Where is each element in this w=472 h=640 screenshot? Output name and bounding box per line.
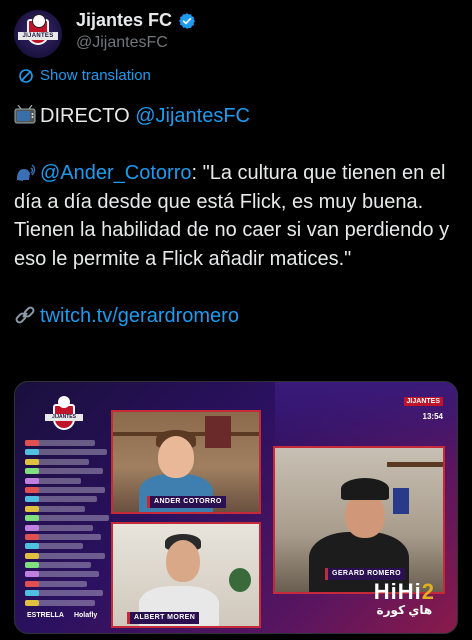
chat-nick: [25, 505, 39, 512]
ball-shape: [32, 14, 46, 28]
chat-line: [25, 458, 89, 465]
chat-nick: [25, 543, 39, 550]
sponsor-logos: ESTRELLA Holafly: [27, 612, 97, 619]
twitch-link[interactable]: twitch.tv/gerardromero: [40, 305, 239, 327]
wall-frame: [205, 416, 231, 448]
directo-label: DIRECTO: [40, 105, 136, 127]
chat-line: [25, 496, 97, 503]
stream-crest-logo: JIJANTES: [45, 394, 83, 434]
watermark-logo: HiHi2: [374, 579, 435, 605]
chat-nick: [25, 515, 39, 522]
sponsor-estrella: ESTRELLA: [27, 612, 64, 619]
chat-nick: [25, 440, 39, 446]
verified-badge-icon: [179, 12, 196, 29]
chat-nick: [25, 449, 39, 456]
chat-line: [25, 533, 101, 540]
chat-line: [25, 515, 109, 522]
chat-line: [25, 571, 99, 578]
chat-nick: [25, 552, 39, 559]
chat-line: [25, 580, 87, 587]
stream-clock: 13:54: [422, 412, 443, 421]
chat-nick: [25, 477, 39, 484]
tweet-line-directo: DIRECTO @JijantesFC: [14, 102, 462, 131]
shelf-decor: [387, 462, 443, 467]
link-icon: [15, 306, 35, 323]
show-translation-link[interactable]: Show translation: [18, 67, 151, 84]
author-avatar[interactable]: JIJANTES: [14, 10, 62, 58]
avatar-band: JIJANTES: [18, 32, 58, 40]
speaking-head-icon: [17, 164, 36, 181]
webcam-albert: ALBERT MOREN: [111, 522, 261, 628]
chat-nick: [25, 533, 39, 540]
tweet-body: DIRECTO @JijantesFC @Ander_Cotorro: "La …: [14, 102, 462, 330]
plant-decor: [229, 568, 251, 592]
person-cap: [341, 478, 389, 500]
watermark-arabic: هاي كورة: [376, 603, 433, 617]
chat-line: [25, 449, 107, 456]
author-display-name[interactable]: Jijantes FC: [76, 10, 172, 31]
chat-nick: [25, 524, 39, 531]
tv-icon: [14, 105, 36, 124]
chat-line: [25, 543, 83, 550]
webcam-gerard: GERARD ROMERO: [273, 446, 445, 594]
chat-nick: [25, 580, 39, 587]
tweet-media-image[interactable]: JIJANTES ESTRELLA Holafly JIJANTES 13:54…: [14, 381, 458, 634]
brand-badge: JIJANTES: [403, 397, 443, 406]
crest-text: JIJANTES: [45, 414, 83, 421]
chat-nick: [25, 458, 39, 465]
chat-line: [25, 599, 95, 606]
stream-chat-panel: JIJANTES ESTRELLA Holafly: [23, 390, 109, 626]
mention-ander-cotorro[interactable]: @Ander_Cotorro: [40, 162, 191, 184]
tweet-link-line: twitch.tv/gerardromero: [14, 302, 462, 331]
chat-nick: [25, 590, 39, 597]
cam-nameplate: ANDER COTORRO: [147, 496, 226, 508]
translate-icon: [19, 68, 33, 83]
show-translation-label: Show translation: [40, 67, 151, 84]
cam-nameplate: ALBERT MOREN: [127, 612, 200, 624]
person-head: [166, 540, 200, 582]
tweet-header: JIJANTES Jijantes FC @JijantesFC: [14, 8, 458, 60]
chat-line: [25, 590, 103, 597]
jersey-decor: [393, 488, 409, 514]
chat-nick: [25, 496, 39, 503]
crest-ball: [58, 396, 70, 408]
watermark-text-a: HiHi: [373, 579, 422, 604]
name-row: Jijantes FC: [76, 10, 196, 31]
chat-line: [25, 440, 95, 446]
chat-line: [25, 477, 81, 484]
person-head: [158, 436, 194, 478]
person-torso: [139, 474, 213, 512]
chat-line: [25, 524, 93, 531]
author-handle[interactable]: @JijantesFC: [76, 34, 168, 52]
hihi2-watermark: HiHi2 هاي كورة: [374, 579, 435, 617]
stream-brand: JIJANTES 13:54: [403, 390, 443, 421]
chat-nick: [25, 599, 39, 606]
chat-lines: [25, 440, 109, 609]
chat-nick: [25, 486, 39, 493]
chat-nick: [25, 562, 39, 569]
chat-line: [25, 562, 91, 569]
chat-line: [25, 486, 105, 493]
chat-nick: [25, 468, 39, 475]
sponsor-holafly: Holafly: [73, 612, 98, 619]
webcam-ander: ANDER COTORRO: [111, 410, 261, 514]
chat-nick: [25, 571, 39, 578]
mention-jijantes[interactable]: @JijantesFC: [135, 105, 250, 127]
chat-line: [25, 552, 105, 559]
chat-line: [25, 505, 85, 512]
tweet-quote: @Ander_Cotorro: "La cultura que tienen e…: [14, 159, 462, 273]
watermark-text-b: 2: [421, 579, 435, 604]
chat-line: [25, 468, 103, 475]
